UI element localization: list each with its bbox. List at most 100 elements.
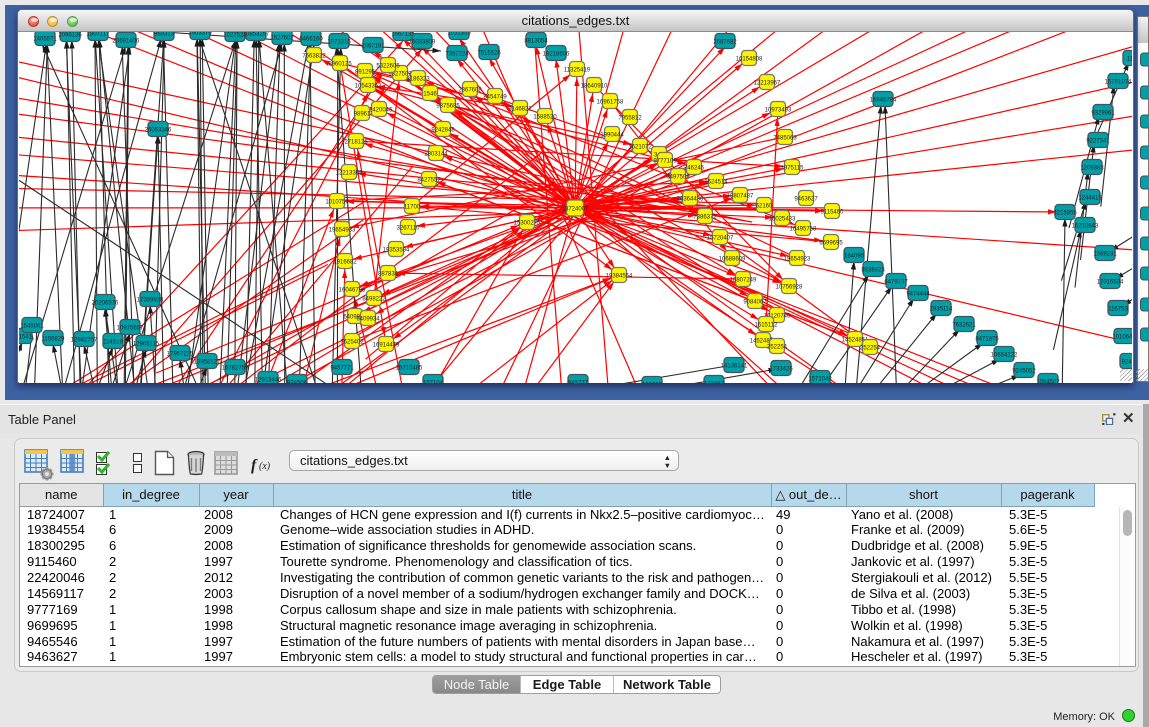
svg-text:945777: 945777 xyxy=(568,381,589,384)
svg-text:18640910: 18640910 xyxy=(581,84,608,90)
svg-text:11700: 11700 xyxy=(404,205,421,211)
svg-text:1571048: 1571048 xyxy=(808,377,832,383)
svg-text:6497508: 6497508 xyxy=(666,175,690,181)
svg-text:1615112: 1615112 xyxy=(755,323,779,329)
svg-text:6466160: 6466160 xyxy=(299,37,323,43)
svg-text:9463627: 9463627 xyxy=(794,197,818,203)
svg-text:1051355: 1051355 xyxy=(447,32,471,37)
svg-text:1527602: 1527602 xyxy=(270,36,294,42)
svg-text:1624514: 1624514 xyxy=(704,180,728,186)
svg-text:1569231: 1569231 xyxy=(1093,252,1117,258)
svg-text:12213369: 12213369 xyxy=(336,171,363,177)
svg-text:8938923: 8938923 xyxy=(861,268,885,274)
svg-text:10975657: 10975657 xyxy=(117,326,144,332)
svg-text:19353594: 19353594 xyxy=(383,248,410,254)
svg-text:164095: 164095 xyxy=(844,254,865,260)
svg-text:16046798: 16046798 xyxy=(339,288,366,294)
svg-text:9457771: 9457771 xyxy=(330,366,354,372)
svg-text:20206576: 20206576 xyxy=(92,301,119,307)
svg-text:9329961: 9329961 xyxy=(1091,111,1115,117)
svg-text:18724007: 18724007 xyxy=(562,207,589,213)
svg-text:f: f xyxy=(251,457,258,474)
svg-text:16495758: 16495758 xyxy=(790,227,817,233)
svg-text:1588520: 1588520 xyxy=(533,115,557,121)
svg-text:17957225: 17957225 xyxy=(167,352,194,358)
svg-text:1112: 1112 xyxy=(1127,57,1132,63)
svg-text:1094502: 1094502 xyxy=(1036,380,1060,384)
svg-text:1990444: 1990444 xyxy=(600,133,624,139)
svg-text:(x): (x) xyxy=(259,461,271,472)
svg-text:7357224: 7357224 xyxy=(445,52,469,58)
svg-text:17359928: 17359928 xyxy=(137,298,164,304)
svg-text:3267110: 3267110 xyxy=(397,226,421,232)
svg-text:20364436: 20364436 xyxy=(677,197,704,203)
svg-text:1156829: 1156829 xyxy=(42,337,66,343)
svg-text:9245052: 9245052 xyxy=(1012,369,1036,375)
svg-text:1010645: 1010645 xyxy=(1112,335,1132,341)
svg-text:6479197: 6479197 xyxy=(884,280,908,286)
svg-text:252254: 252254 xyxy=(860,346,881,352)
svg-text:1903379: 1903379 xyxy=(188,32,212,37)
svg-text:19654923: 19654923 xyxy=(784,257,811,263)
svg-text:252254: 252254 xyxy=(767,345,788,351)
svg-text:2096136: 2096136 xyxy=(58,33,82,39)
svg-text:7625402: 7625402 xyxy=(340,340,364,346)
svg-text:7515526: 7515526 xyxy=(477,51,501,57)
svg-text:9875685: 9875685 xyxy=(436,104,460,110)
svg-text:1209383: 1209383 xyxy=(1080,166,1104,172)
svg-text:16154808: 16154808 xyxy=(736,57,763,63)
svg-text:1733426: 1733426 xyxy=(769,367,793,373)
svg-text:19654933: 19654933 xyxy=(329,228,356,234)
svg-text:157104: 157104 xyxy=(423,381,444,384)
svg-text:12905115: 12905115 xyxy=(133,342,160,348)
svg-text:2935114: 2935114 xyxy=(930,307,954,313)
svg-text:8498222: 8498222 xyxy=(362,297,386,303)
svg-text:98961: 98961 xyxy=(354,112,371,118)
svg-text:18807249: 18807249 xyxy=(730,278,757,284)
svg-text:19218506: 19218506 xyxy=(543,52,570,58)
svg-text:16033809: 16033809 xyxy=(409,40,436,46)
svg-text:1807117: 1807117 xyxy=(87,32,111,38)
svg-text:12923446: 12923446 xyxy=(255,378,282,384)
svg-text:1545061: 1545061 xyxy=(20,324,44,330)
svg-text:10973493: 10973493 xyxy=(765,108,792,114)
svg-text:5322605: 5322605 xyxy=(376,64,400,70)
svg-text:19384554: 19384554 xyxy=(606,274,633,280)
svg-text:1546: 1546 xyxy=(423,92,437,98)
svg-text:1010757: 1010757 xyxy=(325,200,349,206)
svg-text:10853257: 10853257 xyxy=(243,32,270,38)
svg-text:1975115: 1975115 xyxy=(781,166,805,172)
svg-text:10807487: 10807487 xyxy=(727,194,754,200)
svg-text:7632621: 7632621 xyxy=(952,323,976,329)
svg-text:969313: 969313 xyxy=(154,32,175,38)
svg-text:16210643: 16210643 xyxy=(1072,224,1099,230)
svg-text:7386372: 7386372 xyxy=(693,215,717,221)
svg-text:1916682: 1916682 xyxy=(333,260,357,266)
svg-text:173342: 173342 xyxy=(704,382,725,384)
svg-text:1071915: 1071915 xyxy=(327,40,351,46)
svg-text:131236: 131236 xyxy=(642,383,663,384)
svg-text:11325419: 11325419 xyxy=(564,68,591,74)
svg-text:9146821: 9146821 xyxy=(508,107,532,113)
svg-text:7663822: 7663822 xyxy=(302,54,326,60)
svg-text:15300275: 15300275 xyxy=(514,221,541,227)
svg-text:114519: 114519 xyxy=(103,340,123,346)
svg-text:14136141: 14136141 xyxy=(721,364,748,370)
svg-text:9777109: 9777109 xyxy=(653,159,677,165)
svg-text:9084067: 9084067 xyxy=(743,300,767,306)
svg-text:16782759: 16782759 xyxy=(222,366,249,372)
svg-text:15751074: 15751074 xyxy=(1105,80,1132,86)
svg-text:116753: 116753 xyxy=(1108,307,1128,313)
svg-text:16961758: 16961758 xyxy=(597,100,624,106)
svg-text:1405571: 1405571 xyxy=(33,37,57,43)
svg-text:10025433: 10025433 xyxy=(769,217,796,223)
svg-text:891295: 891295 xyxy=(355,70,376,76)
svg-text:16914479: 16914479 xyxy=(373,343,400,349)
svg-text:10654122: 10654122 xyxy=(991,353,1018,359)
svg-text:8427552: 8427552 xyxy=(417,178,441,184)
svg-text:7485063: 7485063 xyxy=(773,136,797,142)
svg-text:10688609: 10688609 xyxy=(719,257,746,263)
svg-text:26053346: 26053346 xyxy=(145,128,172,134)
svg-text:62160: 62160 xyxy=(756,204,773,210)
svg-text:3215955: 3215955 xyxy=(1053,211,1077,217)
